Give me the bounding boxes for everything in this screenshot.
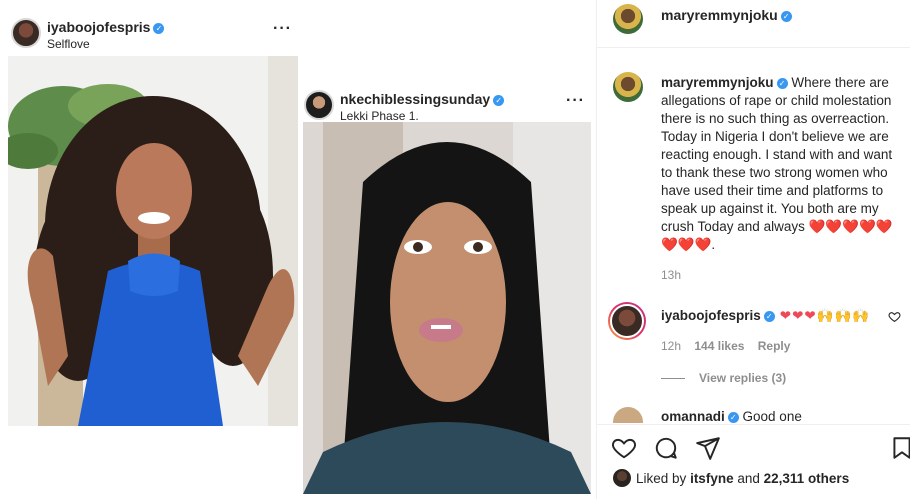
caption-timestamp[interactable]: 13h (661, 268, 681, 282)
screenshot-collage: iyaboojofespris ✓ Selflove ··· nkechible… (0, 0, 596, 499)
comment-text: iyaboojofespris ✓ ❤❤❤🙌🙌🙌 (661, 308, 870, 324)
liked-by-and: and (737, 471, 760, 486)
embedded-username-text[interactable]: nkechiblessingsunday (340, 91, 490, 107)
avatar[interactable] (613, 4, 643, 34)
avatar[interactable] (613, 72, 643, 102)
liked-by-others[interactable]: 22,311 others (764, 471, 850, 486)
view-replies-button[interactable]: View replies (3) (661, 371, 786, 385)
embedded-post-header: nkechiblessingsunday ✓ Lekki Phase 1. ··· (301, 84, 593, 126)
post-photo[interactable] (303, 122, 591, 494)
verified-badge-icon: ✓ (776, 78, 788, 89)
embedded-username-text[interactable]: iyaboojofespris (47, 19, 150, 35)
photo-illustration (8, 56, 298, 426)
more-options-icon[interactable]: ··· (273, 20, 292, 38)
verified-badge-icon: ✓ (727, 412, 739, 423)
divider (661, 378, 685, 380)
comment: iyaboojofespris ✓ ❤❤❤🙌🙌🙌 12h 144 likes Rep… (608, 302, 903, 362)
verified-badge-icon: ✓ (780, 11, 792, 22)
reply-button[interactable]: Reply (758, 339, 791, 353)
post-author-username[interactable]: maryremmynjoku (661, 7, 778, 23)
comment-username[interactable]: omannadi (661, 409, 725, 423)
embedded-post-2: nkechiblessingsunday ✓ Lekki Phase 1. ··· (301, 84, 593, 494)
embedded-username[interactable]: iyaboojofespris ✓ (47, 19, 165, 35)
like-comment-icon[interactable] (888, 310, 901, 326)
comment-username[interactable]: iyaboojofespris (661, 308, 761, 323)
comment-timestamp[interactable]: 12h (661, 339, 681, 353)
caption-body: Where there are allegations of rape or c… (661, 75, 893, 252)
verified-badge-icon: ✓ (153, 23, 165, 34)
comment-text: omannadi ✓ Good one (661, 409, 802, 423)
caption-username[interactable]: maryremmynjoku (661, 75, 774, 90)
comment-emoji: ❤❤❤🙌🙌🙌 (779, 308, 871, 323)
post-detail-panel: maryremmynjoku ✓ maryremmynjoku ✓ Where th… (596, 0, 910, 499)
avatar[interactable] (304, 90, 334, 120)
photo-illustration (303, 122, 591, 494)
embedded-post-header: iyaboojofespris ✓ Selflove ··· (8, 12, 300, 54)
comment-meta: 12h 144 likes Reply (661, 339, 800, 353)
embedded-location[interactable]: Lekki Phase 1. (340, 109, 419, 123)
post-photo[interactable] (8, 56, 298, 426)
post-author[interactable]: maryremmynjoku ✓ (661, 7, 792, 23)
comment-bubble-icon[interactable] (653, 435, 679, 461)
view-replies-label[interactable]: View replies (3) (699, 371, 786, 385)
liked-by-prefix: Liked by (636, 471, 687, 486)
embedded-post-1: iyaboojofespris ✓ Selflove ··· (8, 12, 300, 426)
embedded-username[interactable]: nkechiblessingsunday ✓ (340, 91, 505, 107)
more-options-icon[interactable]: ··· (566, 92, 585, 110)
comment: omannadi ✓ Good one (613, 407, 903, 423)
liked-by: Liked by itsfyne and 22,311 others (613, 469, 849, 487)
like-heart-icon[interactable] (611, 435, 637, 461)
comment-likes[interactable]: 144 likes (694, 339, 744, 353)
embedded-location[interactable]: Selflove (47, 37, 90, 51)
avatar[interactable] (613, 469, 631, 487)
action-bar (597, 424, 910, 472)
caption-text: maryremmynjoku ✓ Where there are allegati… (661, 74, 901, 254)
bookmark-icon[interactable] (889, 435, 910, 461)
post-header: maryremmynjoku ✓ (597, 0, 910, 48)
comment-body: Good one (742, 409, 802, 423)
verified-badge-icon: ✓ (763, 311, 775, 322)
share-send-icon[interactable] (695, 435, 721, 461)
avatar[interactable] (613, 407, 643, 423)
verified-badge-icon: ✓ (493, 95, 505, 106)
avatar[interactable] (11, 18, 41, 48)
liked-by-user[interactable]: itsfyne (690, 471, 734, 486)
avatar[interactable] (608, 302, 646, 340)
